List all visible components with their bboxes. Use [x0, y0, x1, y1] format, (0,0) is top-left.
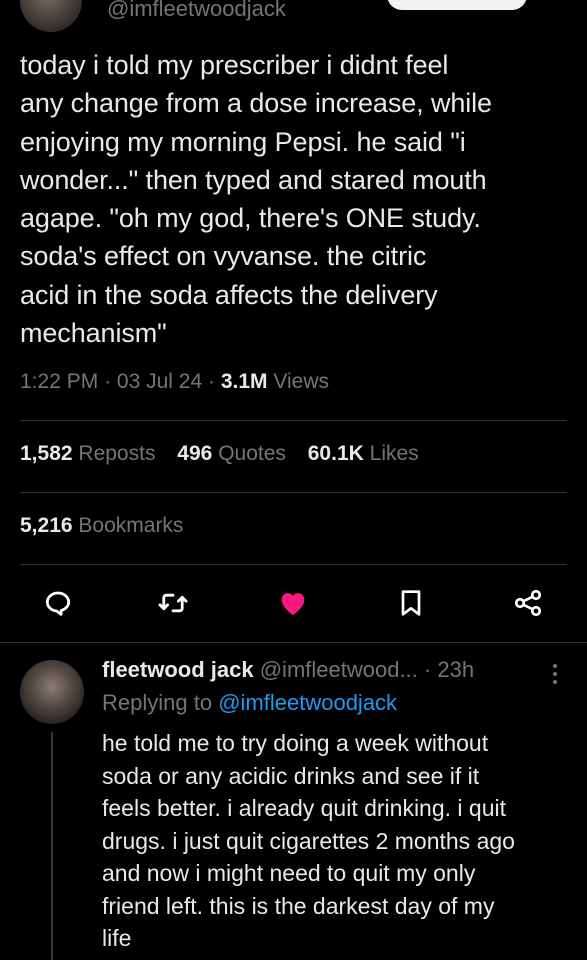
bookmarks-stat[interactable]: 5,216 Bookmarks [20, 514, 183, 538]
reposts-label: Reposts [78, 442, 156, 465]
reply-time[interactable]: · 23h [424, 657, 474, 682]
engagement-stats: 1,582 Reposts 496 Quotes 60.1K Likes [20, 442, 435, 466]
reply-author-handle[interactable]: @imfleetwood... [260, 657, 418, 682]
divider [20, 564, 567, 565]
section-divider [0, 642, 587, 643]
likes-stat[interactable]: 60.1K Likes [308, 442, 419, 465]
author-handle[interactable]: @imfleetwoodjack [107, 0, 286, 22]
repost-button[interactable] [155, 585, 191, 621]
reply-header: fleetwood jack @imfleetwood... · 23h [102, 657, 474, 683]
tweet-author-header: @imfleetwoodjack [0, 0, 587, 32]
reply-author-avatar[interactable] [20, 660, 84, 724]
reply-author-name[interactable]: fleetwood jack [102, 657, 254, 682]
reposts-count: 1,582 [20, 442, 73, 465]
views-label: Views [273, 370, 329, 393]
meta-separator: · [104, 370, 112, 393]
likes-label: Likes [369, 442, 419, 465]
author-avatar[interactable] [20, 0, 82, 32]
bookmarks-label: Bookmarks [78, 514, 184, 537]
thread-connector-line [51, 732, 53, 960]
tweet-action-bar [0, 585, 587, 625]
like-button[interactable] [275, 585, 311, 621]
more-options-button[interactable] [548, 660, 562, 688]
more-vertical-icon [553, 664, 557, 684]
replying-prefix: Replying to [102, 690, 213, 715]
reply-text: he told me to try doing a week without s… [102, 730, 515, 951]
share-button[interactable] [510, 585, 546, 621]
follow-button[interactable] [387, 0, 527, 10]
replying-to: Replying to @imfleetwoodjack [102, 690, 397, 716]
views-count: 3.1M [220, 370, 268, 393]
bookmark-button[interactable] [393, 585, 429, 621]
divider [20, 420, 567, 421]
repost-icon [158, 593, 188, 613]
likes-count: 60.1K [307, 442, 364, 465]
bookmark-icon [401, 590, 421, 616]
quotes-label: Quotes [218, 442, 286, 465]
divider [20, 492, 567, 493]
share-icon [514, 589, 542, 617]
reposts-stat[interactable]: 1,582 Reposts [20, 442, 155, 465]
tweet-date[interactable]: 03 Jul 24 [117, 370, 202, 393]
tweet-text: today i told my prescriber i didnt feel … [20, 50, 492, 349]
replying-to-mention[interactable]: @imfleetwoodjack [218, 690, 397, 715]
bookmarks-count: 5,216 [20, 514, 73, 537]
heart-icon [281, 593, 305, 616]
reply-button[interactable] [40, 585, 76, 621]
tweet-meta: 1:22 PM · 03 Jul 24 · 3.1M Views [20, 370, 329, 394]
quotes-stat[interactable]: 496 Quotes [177, 442, 286, 465]
meta-separator: · [207, 370, 215, 393]
quotes-count: 496 [177, 442, 213, 465]
reply-icon [45, 591, 71, 616]
tweet-time[interactable]: 1:22 PM [20, 370, 98, 393]
